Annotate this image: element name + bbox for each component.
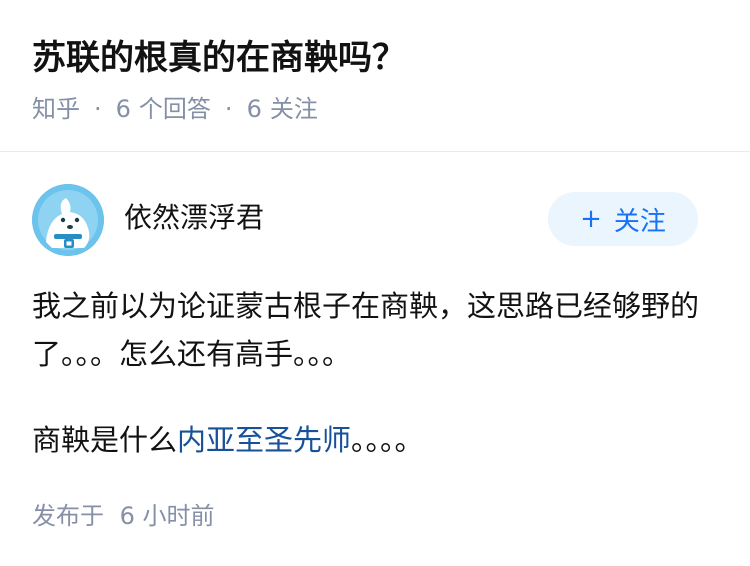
author-name[interactable]: 依然漂浮君 <box>124 198 264 238</box>
published-value: 6 小时前 <box>119 502 215 530</box>
site-name[interactable]: 知乎 <box>32 92 80 126</box>
published-time: 发布于 6 小时前 <box>32 498 215 534</box>
avatar-illustration <box>32 184 104 256</box>
answer-paragraph: 我之前以为论证蒙古根子在商鞅，这思路已经够野的了。。。怎么还有高手。。。 <box>32 289 700 371</box>
question-header: 苏联的根真的在商鞅吗？ 知乎 · 6 个回答 · 6 关注 <box>0 0 750 152</box>
question-meta: 知乎 · 6 个回答 · 6 关注 <box>32 92 318 126</box>
paragraph-text: 。。。。 <box>351 423 424 457</box>
followers-label[interactable]: 关注 <box>270 92 318 126</box>
answer-author-row: 依然漂浮君 + 关注 <box>32 184 718 256</box>
topic-link[interactable]: 内亚至圣先师 <box>177 423 351 457</box>
plus-icon: + <box>580 204 602 234</box>
avatar[interactable] <box>32 184 104 256</box>
answers-count: 6 <box>115 95 131 123</box>
published-label: 发布于 <box>32 502 104 530</box>
question-title[interactable]: 苏联的根真的在商鞅吗？ <box>32 32 406 84</box>
followers-count: 6 <box>246 95 262 123</box>
answer-paragraph: 商鞅是什么内亚至圣先师。。。。 <box>32 416 722 464</box>
paragraph-text: 商鞅是什么 <box>32 423 178 457</box>
follow-button[interactable]: + 关注 <box>548 192 698 246</box>
answers-label[interactable]: 个回答 <box>139 92 211 126</box>
answer-content: 我之前以为论证蒙古根子在商鞅，这思路已经够野的了。。。怎么还有高手。。。 商鞅是… <box>32 282 722 464</box>
meta-separator: · <box>224 95 233 123</box>
meta-separator: · <box>94 95 102 123</box>
follow-button-label: 关注 <box>613 206 666 237</box>
